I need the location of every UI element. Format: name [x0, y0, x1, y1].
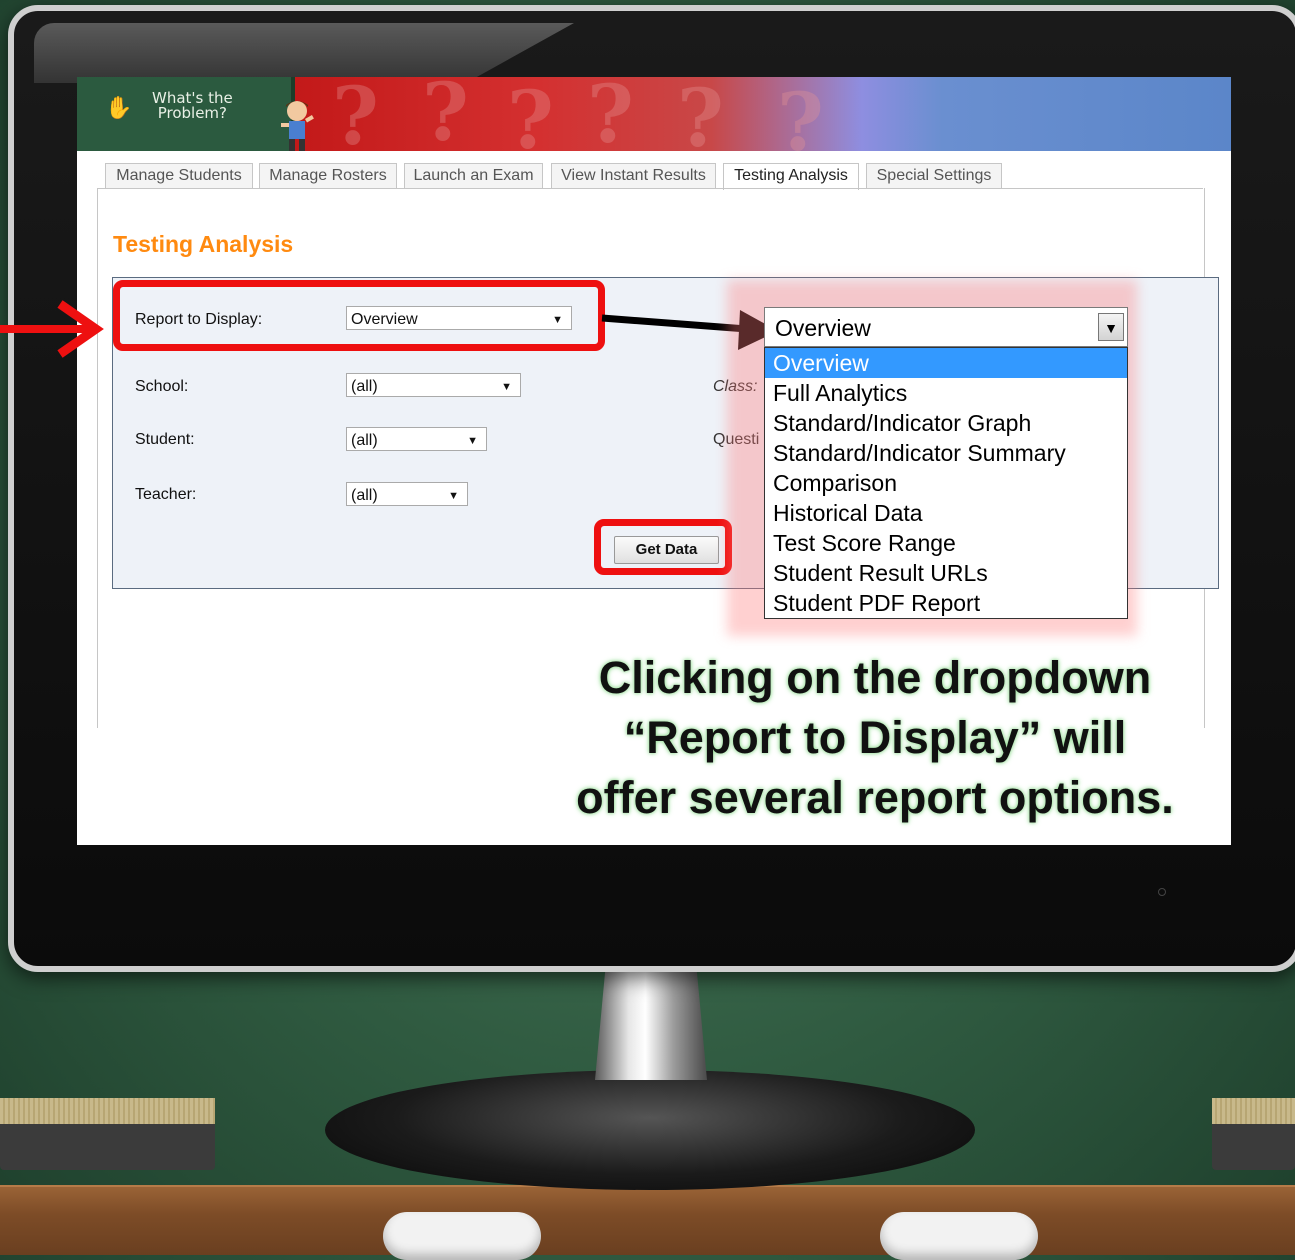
option-full-analytics[interactable]: Full Analytics	[765, 378, 1127, 408]
option-standard-indicator-graph[interactable]: Standard/Indicator Graph	[765, 408, 1127, 438]
question-mark-decor-icon: ?	[677, 77, 724, 165]
school-label: School:	[135, 378, 189, 395]
instruction-caption: Clicking on the dropdown “Report to Disp…	[555, 648, 1195, 828]
report-options-list: Overview Full Analytics Standard/Indicat…	[764, 347, 1128, 619]
chevron-down-icon: ▼	[501, 381, 512, 393]
monitor-sheen	[34, 23, 574, 83]
monitor-stand-neck	[595, 960, 707, 1080]
page-title: Testing Analysis	[113, 231, 294, 257]
option-overview[interactable]: Overview	[765, 348, 1127, 378]
left-eraser	[0, 1098, 215, 1170]
tab-testing-analysis[interactable]: Testing Analysis	[723, 163, 859, 190]
question-mark-decor-icon: ?	[777, 77, 824, 169]
caption-line-1: Clicking on the dropdown	[598, 652, 1152, 703]
app-logo[interactable]: ✋ What's the Problem?	[77, 77, 295, 151]
report-dropdown-expanded[interactable]: Overview ▼	[764, 307, 1128, 347]
tab-manage-students[interactable]: Manage Students	[105, 163, 253, 188]
question-mark-decor-icon: ?	[507, 77, 554, 167]
dropdown-arrow-icon[interactable]: ▼	[1098, 313, 1124, 341]
logo-line-2: Problem?	[157, 104, 228, 122]
question-mark-decor-icon: ?	[587, 77, 634, 161]
right-eraser	[1212, 1098, 1295, 1170]
chevron-down-icon: ▼	[448, 490, 459, 502]
teacher-select[interactable]: (all) ▼	[346, 482, 468, 506]
logo-text: What's the Problem?	[152, 91, 233, 121]
option-historical-data[interactable]: Historical Data	[765, 498, 1127, 528]
teacher-label: Teacher:	[135, 486, 197, 503]
option-test-score-range[interactable]: Test Score Range	[765, 528, 1127, 558]
option-student-result-urls[interactable]: Student Result URLs	[765, 558, 1127, 588]
report-highlight-box	[113, 280, 605, 351]
caption-line-2: “Report to Display” will	[623, 712, 1127, 763]
student-character-icon	[281, 101, 314, 151]
student-value: (all)	[351, 432, 378, 449]
monitor-stand-base	[325, 1070, 975, 1190]
wooden-shelf	[0, 1185, 1295, 1255]
school-value: (all)	[351, 378, 378, 395]
get-data-highlight-box	[594, 519, 732, 575]
student-select[interactable]: (all) ▼	[346, 427, 487, 451]
tab-special-settings[interactable]: Special Settings	[866, 163, 1002, 188]
tab-view-instant-results[interactable]: View Instant Results	[551, 163, 716, 188]
tab-manage-rosters[interactable]: Manage Rosters	[259, 163, 397, 188]
teacher-value: (all)	[351, 487, 378, 504]
option-student-pdf-report[interactable]: Student PDF Report	[765, 588, 1127, 618]
student-label: Student:	[135, 431, 195, 448]
caption-line-3: offer several report options.	[576, 772, 1174, 823]
raised-hand-icon: ✋	[105, 95, 133, 120]
option-comparison[interactable]: Comparison	[765, 468, 1127, 498]
tab-launch-exam[interactable]: Launch an Exam	[404, 163, 543, 188]
school-select[interactable]: (all) ▼	[346, 373, 521, 397]
red-pointer-arrow-icon	[0, 300, 104, 358]
report-dropdown-selected: Overview	[775, 315, 871, 341]
option-standard-indicator-summary[interactable]: Standard/Indicator Summary	[765, 438, 1127, 468]
power-indicator-icon	[1158, 888, 1166, 896]
question-mark-decor-icon: ?	[422, 77, 469, 159]
chevron-down-icon: ▼	[467, 435, 478, 447]
question-mark-decor-icon: ?	[332, 77, 379, 163]
